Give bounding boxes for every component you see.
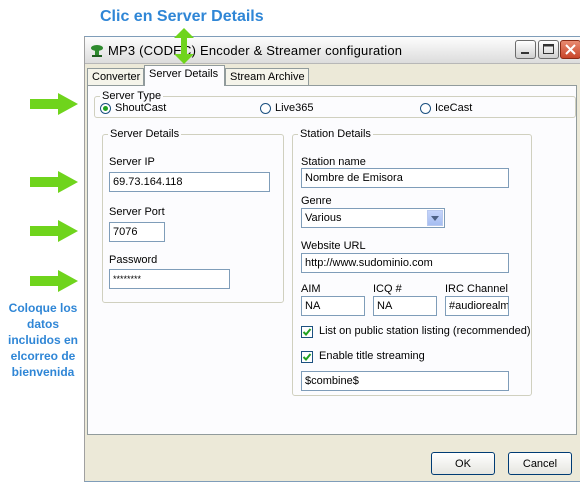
server-type-legend: Server Type xyxy=(102,90,162,102)
check-icon xyxy=(302,328,312,336)
title-format-input[interactable]: $combine$ xyxy=(301,371,509,391)
list-public-checkbox[interactable] xyxy=(301,326,313,338)
close-button[interactable] xyxy=(560,40,580,59)
radio-shoutcast-label[interactable]: ShoutCast xyxy=(115,102,166,114)
icq-input[interactable]: NA xyxy=(373,296,437,316)
server-details-legend: Server Details xyxy=(110,128,180,140)
minimize-button[interactable] xyxy=(515,40,536,59)
ok-button[interactable]: OK xyxy=(431,452,495,475)
server-port-input[interactable]: 7076 xyxy=(109,222,165,242)
aim-label: AIM xyxy=(301,283,321,295)
station-details-legend: Station Details xyxy=(300,128,371,140)
website-url-input[interactable]: http://www.sudominio.com xyxy=(301,253,509,273)
website-url-label: Website URL xyxy=(301,240,366,252)
list-public-label[interactable]: List on public station listing (recommen… xyxy=(319,325,531,337)
arrow-right-icon xyxy=(30,171,78,193)
irc-channel-label: IRC Channel xyxy=(445,283,508,295)
arrow-right-icon xyxy=(30,93,78,115)
radio-icecast[interactable] xyxy=(420,103,431,114)
arrow-right-icon xyxy=(30,220,78,242)
genre-value: Various xyxy=(305,212,342,224)
radio-icecast-label[interactable]: IceCast xyxy=(435,102,472,114)
title-streaming-label[interactable]: Enable title streaming xyxy=(319,350,425,362)
double-arrow-icon xyxy=(174,28,194,64)
tab-converter[interactable]: Converter xyxy=(87,68,144,85)
radio-live365[interactable] xyxy=(260,103,271,114)
server-details-panel: Server Type ShoutCast Live365 IceCast Se… xyxy=(87,85,577,435)
annotation-title: Clic en Server Details xyxy=(100,8,264,25)
minimize-icon xyxy=(521,52,529,54)
title-streaming-checkbox[interactable] xyxy=(301,351,313,363)
maximize-icon xyxy=(543,44,554,54)
window-title: MP3 (CODEC) Encoder & Streamer configura… xyxy=(108,43,403,58)
station-name-input[interactable]: Nombre de Emisora xyxy=(301,168,509,188)
station-name-label: Station name xyxy=(301,156,366,168)
cancel-button[interactable]: Cancel xyxy=(508,452,572,475)
annotation-note: Coloque los datos incluidos en elcorreo … xyxy=(7,301,78,379)
server-ip-input[interactable]: 69.73.164.118 xyxy=(109,172,270,192)
radio-shoutcast[interactable] xyxy=(100,103,111,114)
server-ip-label: Server IP xyxy=(109,156,155,168)
check-icon xyxy=(302,353,312,361)
close-icon xyxy=(565,44,576,55)
genre-dropdown-button[interactable] xyxy=(427,210,443,226)
tab-server-details[interactable]: Server Details xyxy=(144,65,225,86)
server-port-label: Server Port xyxy=(109,206,165,218)
password-label: Password xyxy=(109,254,158,266)
maximize-button[interactable] xyxy=(538,40,559,59)
genre-label: Genre xyxy=(301,195,332,207)
password-input[interactable]: ******** xyxy=(109,269,230,289)
tab-stream-archive[interactable]: Stream Archive xyxy=(225,68,309,85)
config-window: MP3 (CODEC) Encoder & Streamer configura… xyxy=(84,36,580,482)
aim-input[interactable]: NA xyxy=(301,296,365,316)
title-bar[interactable]: MP3 (CODEC) Encoder & Streamer configura… xyxy=(85,37,580,64)
green-speaker-icon xyxy=(91,45,103,57)
arrow-right-icon xyxy=(30,270,78,292)
chevron-down-icon xyxy=(431,216,439,221)
icq-label: ICQ # xyxy=(373,283,402,295)
irc-channel-input[interactable]: #audiorealm xyxy=(445,296,509,316)
radio-live365-label[interactable]: Live365 xyxy=(275,102,314,114)
genre-select[interactable]: Various xyxy=(301,208,445,228)
